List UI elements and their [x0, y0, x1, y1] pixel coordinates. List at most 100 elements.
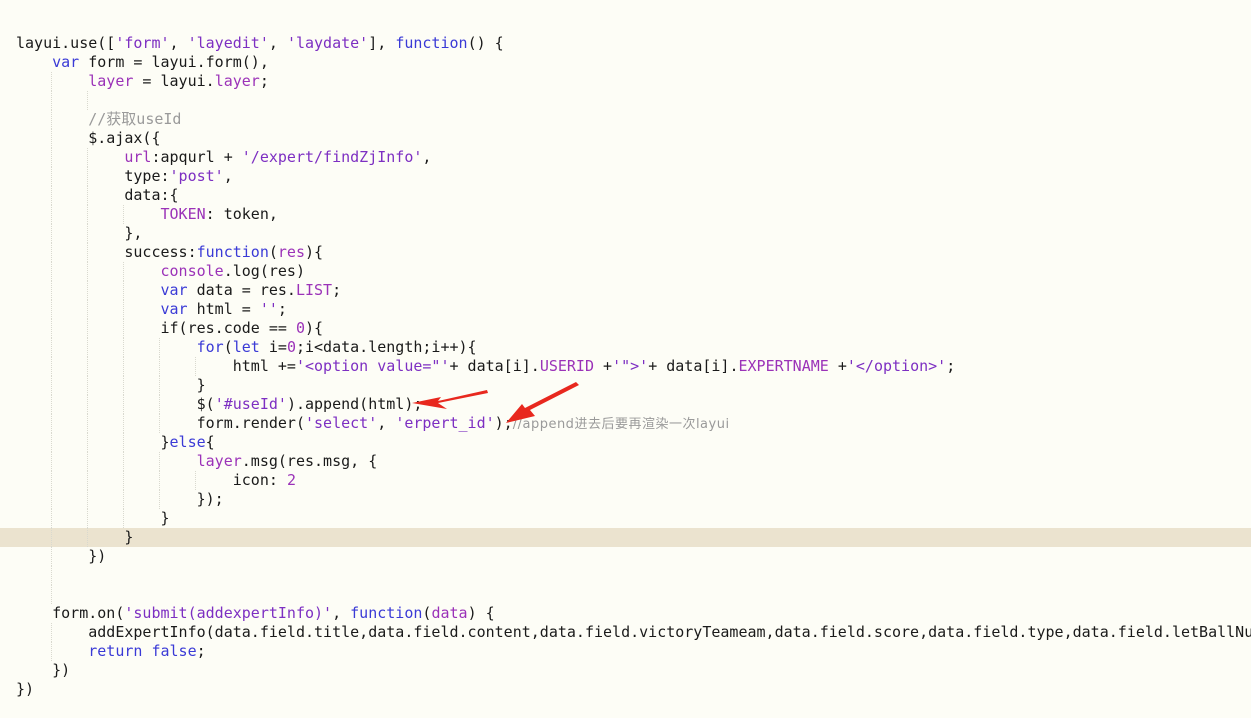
code-token: (	[223, 338, 233, 356]
indent-guide	[51, 376, 53, 395]
code-line[interactable]: addExpertInfo(data.field.title,data.fiel…	[0, 623, 1251, 642]
code-line[interactable]: }	[0, 528, 1251, 547]
code-token: else	[169, 433, 206, 451]
indent-guide	[159, 357, 161, 376]
code-line[interactable]: for(let i=0;i<data.length;i++){	[0, 338, 1251, 357]
code-token: }	[124, 528, 134, 546]
code-line[interactable]: html +='<option value="'+ data[i].USERID…	[0, 357, 1251, 376]
code-token: ''	[259, 300, 278, 318]
indent-guide	[123, 490, 125, 509]
indent-guide	[51, 414, 53, 433]
code-token: :apqurl +	[151, 148, 242, 166]
code-line[interactable]: form.on('submit(addexpertInfo)', functio…	[0, 604, 1251, 623]
code-line[interactable]: })	[0, 661, 1251, 680]
code-token: for	[196, 338, 224, 356]
code-line[interactable]: }else{	[0, 433, 1251, 452]
code-token: 'post'	[169, 167, 224, 185]
indent-guide	[87, 186, 89, 205]
code-line[interactable]: if(res.code == 0){	[0, 319, 1251, 338]
code-lines: layui.use(['form', 'layedit', 'laydate']…	[0, 34, 1251, 699]
code-line[interactable]: type:'post',	[0, 167, 1251, 186]
indent-guide	[51, 262, 53, 281]
code-token: layer	[196, 452, 242, 470]
indent-guide	[123, 357, 125, 376]
indent-guide	[123, 319, 125, 338]
code-line[interactable]: TOKEN: token,	[0, 205, 1251, 224]
indent-guide	[123, 376, 125, 395]
code-line[interactable]: layer = layui.layer;	[0, 72, 1251, 91]
code-token: return	[88, 642, 143, 660]
indent-guide	[123, 509, 125, 528]
code-token: icon:	[232, 471, 287, 489]
indent-guide	[51, 300, 53, 319]
indent-guide	[87, 509, 89, 528]
code-token: '#useId'	[214, 395, 287, 413]
code-token: : token,	[205, 205, 278, 223]
code-line[interactable]: layer.msg(res.msg, {	[0, 452, 1251, 471]
code-line[interactable]: layui.use(['form', 'layedit', 'laydate']…	[0, 34, 1251, 53]
indent-guide	[51, 509, 53, 528]
code-token: ,	[377, 414, 396, 432]
code-line[interactable]: $('#useId').append(html);	[0, 395, 1251, 414]
code-line[interactable]	[0, 585, 1251, 604]
code-token: 0	[286, 338, 296, 356]
code-line[interactable]	[0, 91, 1251, 110]
indent-guide	[123, 338, 125, 357]
indent-guide	[51, 357, 53, 376]
indent-guide	[123, 205, 125, 224]
code-token: function	[350, 604, 423, 622]
code-line[interactable]: });	[0, 490, 1251, 509]
code-line[interactable]: success:function(res){	[0, 243, 1251, 262]
code-token: TOKEN	[160, 205, 206, 223]
code-token: })	[52, 661, 71, 679]
indent-guide	[87, 471, 89, 490]
code-line[interactable]: return false;	[0, 642, 1251, 661]
code-line[interactable]: $.ajax({	[0, 129, 1251, 148]
code-editor[interactable]: layui.use(['form', 'layedit', 'laydate']…	[0, 0, 1251, 718]
indent-guide	[159, 452, 161, 471]
code-token: var	[160, 300, 188, 318]
indent-guide	[123, 433, 125, 452]
code-token: html =	[187, 300, 260, 318]
code-token: + data[i].	[449, 357, 540, 375]
code-token: +	[828, 357, 847, 375]
code-token: })	[88, 547, 107, 565]
code-line[interactable]: var html = '';	[0, 300, 1251, 319]
code-line[interactable]: })	[0, 680, 1251, 699]
code-line[interactable]: //获取useId	[0, 110, 1251, 129]
code-token: ;	[196, 642, 206, 660]
code-line[interactable]: }	[0, 376, 1251, 395]
code-token: {	[205, 433, 215, 451]
code-line[interactable]: url:apqurl + '/expert/findZjInfo',	[0, 148, 1251, 167]
code-line[interactable]: },	[0, 224, 1251, 243]
code-line[interactable]: console.log(res)	[0, 262, 1251, 281]
code-token: LIST	[295, 281, 333, 299]
code-token: })	[16, 680, 35, 698]
indent-guide	[123, 281, 125, 300]
code-line[interactable]: data:{	[0, 186, 1251, 205]
code-token: 'layedit'	[187, 34, 269, 52]
code-line[interactable]: icon: 2	[0, 471, 1251, 490]
code-token: USERID	[539, 357, 594, 375]
code-token: ,	[169, 34, 188, 52]
code-line[interactable]: }	[0, 509, 1251, 528]
indent-guide	[195, 471, 197, 490]
indent-guide	[87, 91, 89, 110]
code-line[interactable]: form.render('select', 'erpert_id');//app…	[0, 414, 1251, 433]
code-token: (	[268, 243, 278, 261]
code-token: 2	[286, 471, 296, 489]
code-line[interactable]: var form = layui.form(),	[0, 53, 1251, 72]
code-line[interactable]	[0, 566, 1251, 585]
code-line[interactable]: var data = res.LIST;	[0, 281, 1251, 300]
code-token: layer	[88, 72, 134, 90]
code-line[interactable]: })	[0, 547, 1251, 566]
indent-guide	[87, 224, 89, 243]
